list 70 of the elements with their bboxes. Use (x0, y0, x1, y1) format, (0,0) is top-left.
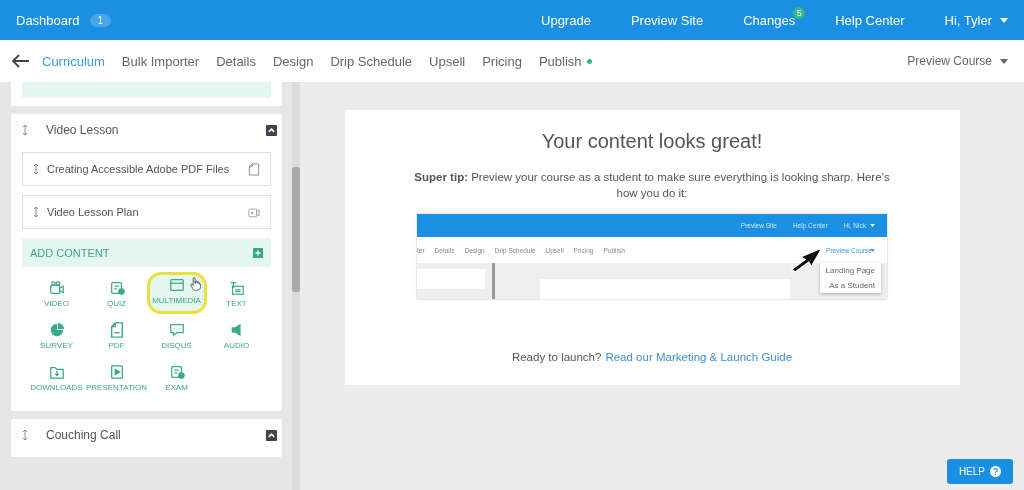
back-arrow-icon[interactable] (12, 54, 30, 68)
top-nav-link[interactable]: Changes (743, 12, 796, 28)
nav-tab[interactable]: Design (272, 53, 314, 69)
nav-tab[interactable]: Upsell (429, 53, 466, 69)
collapse-icon[interactable] (266, 429, 277, 441)
exam-icon (168, 364, 185, 380)
drag-handle-icon[interactable] (22, 124, 28, 136)
nav-tab[interactable]: Publish (538, 53, 582, 69)
add-content-label: ADD CONTENT (30, 246, 111, 259)
content-type-option[interactable]: SURVEY (26, 317, 87, 353)
drag-handle-icon[interactable] (33, 206, 39, 218)
content-type-option[interactable]: DOWNLOADS (26, 359, 87, 395)
pointer-hand-icon (189, 277, 201, 291)
pie-chart-icon (48, 322, 65, 338)
lesson-item[interactable]: Creating Accessible Adobe PDF Files (22, 152, 271, 186)
speech-bubble-icon (168, 322, 185, 338)
drag-handle-icon[interactable] (33, 163, 39, 175)
content-type-option[interactable]: DISQUS (146, 317, 207, 353)
document-icon (108, 322, 125, 338)
caret-icon (870, 248, 875, 252)
top-nav-link[interactable]: Preview Site (630, 12, 704, 28)
nav-tab[interactable]: Drip Schedule (330, 53, 413, 69)
window-icon (168, 277, 185, 293)
content-type-option[interactable]: EXAM (146, 359, 207, 395)
card-title: Your content looks great! (541, 130, 763, 153)
video-camera-icon (48, 280, 65, 296)
add-content-bar[interactable]: ADD CONTENT (22, 238, 271, 267)
scrollbar-thumb[interactable] (292, 167, 300, 292)
lesson-title: Creating Accessible Adobe PDF Files (47, 163, 231, 175)
guide-link[interactable]: Read our Marketing & Launch Guide (605, 351, 793, 363)
content-type-option[interactable]: PDF (86, 317, 147, 353)
lesson-title: Video Lesson Plan (47, 206, 140, 218)
text-icon (228, 280, 245, 296)
tip-text: Super tip: Preview your course as a student to make sure everything is looking sharp. Here’s how you do it: (413, 170, 891, 202)
caret-icon (1000, 17, 1008, 23)
dashboard-link[interactable]: Dashboard (16, 12, 80, 28)
preview-course-menu[interactable]: Preview Course (907, 54, 992, 68)
count-badge: 1 (89, 13, 112, 27)
content-type-option[interactable]: TEXT (206, 275, 267, 311)
chapter-title: Video Lesson (46, 123, 120, 137)
nav-tab[interactable]: Details (216, 53, 256, 69)
chapter-title: Couching Call (46, 428, 122, 442)
lesson-item[interactable]: Video Lesson Plan (22, 195, 271, 229)
video-icon (248, 205, 260, 219)
top-nav-link[interactable]: Help Center (835, 12, 905, 28)
top-nav-link[interactable]: Upgrade (541, 12, 591, 28)
dropdown-item: Landing Page (825, 266, 875, 276)
presentation-icon (108, 364, 125, 380)
content-type-option[interactable]: VIDEO (26, 275, 87, 311)
plus-icon[interactable] (253, 247, 263, 258)
caret-icon (1000, 58, 1008, 64)
content-type-option[interactable]: AUDIO (206, 317, 267, 353)
nav-tab[interactable]: Pricing (482, 53, 522, 69)
question-icon (990, 466, 1001, 477)
caret-icon (870, 224, 875, 228)
drag-handle-icon[interactable] (22, 429, 28, 441)
document-icon (248, 162, 260, 176)
content-type-option[interactable]: QUIZ (86, 275, 147, 311)
download-folder-icon (48, 364, 65, 380)
nav-tab[interactable]: Curriculum (42, 53, 105, 69)
dropdown-item: As a Student (829, 281, 875, 291)
help-button[interactable]: HELP (946, 459, 1013, 484)
content-type-option[interactable]: MULTIMEDIA (146, 272, 207, 314)
content-type-option[interactable]: PRESENTATION (86, 359, 147, 395)
nav-tab[interactable]: Bulk Importer (121, 53, 200, 69)
quiz-icon (108, 280, 125, 296)
collapse-icon[interactable] (266, 124, 277, 136)
user-menu[interactable]: Hi, Tyler (944, 12, 992, 28)
ready-text: Ready to launch? (511, 351, 602, 363)
changes-badge: 5 (793, 7, 806, 19)
